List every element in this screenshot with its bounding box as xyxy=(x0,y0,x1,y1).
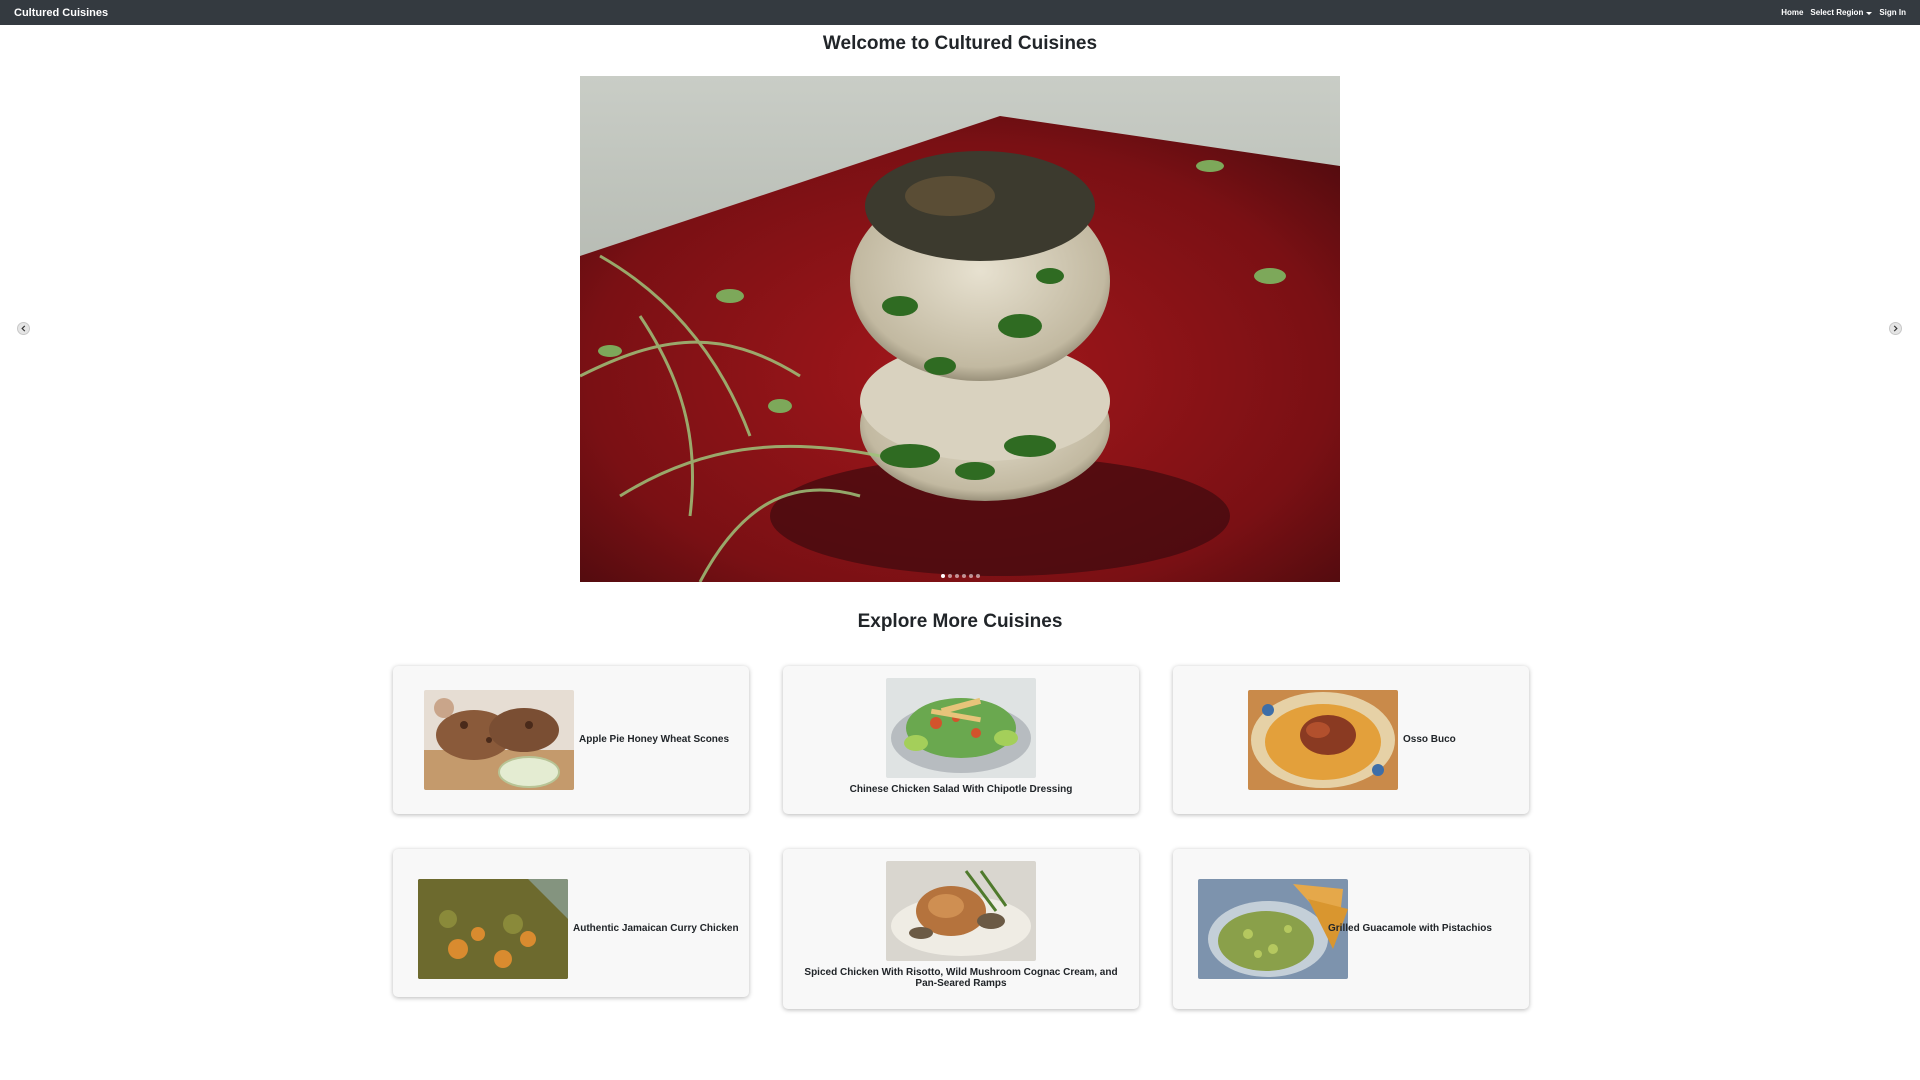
carousel-indicator[interactable] xyxy=(940,574,945,578)
card-image xyxy=(886,861,1036,961)
carousel-indicator[interactable] xyxy=(975,574,980,578)
carousel-indicator[interactable] xyxy=(954,574,959,578)
carousel-indicator[interactable] xyxy=(947,574,952,578)
page-title: Welcome to Cultured Cuisines xyxy=(822,33,1098,54)
navbar: Cultured Cuisines Home Select Region Sig… xyxy=(0,0,1920,25)
chevron-right-icon xyxy=(1893,325,1898,332)
cuisine-card[interactable]: Chinese Chicken Salad With Chipotle Dres… xyxy=(783,666,1139,814)
card-image xyxy=(1198,879,1348,979)
card-title: Spiced Chicken With Risotto, Wild Mushro… xyxy=(804,967,1118,989)
cuisine-card[interactable]: Osso Buco xyxy=(1173,666,1529,814)
card-title: Grilled Guacamole with Pistachios xyxy=(1328,923,1492,934)
carousel-indicator[interactable] xyxy=(961,574,966,578)
nav-home-link[interactable]: Home xyxy=(1781,8,1803,17)
card-title: Authentic Jamaican Curry Chicken xyxy=(573,923,739,934)
nav-links: Home Select Region Sign In xyxy=(1781,8,1906,17)
carousel-next-button[interactable] xyxy=(1889,322,1902,335)
nav-signin-link[interactable]: Sign In xyxy=(1879,8,1906,17)
hero-carousel xyxy=(580,76,1340,582)
cuisine-card[interactable]: Apple Pie Honey Wheat Scones xyxy=(393,666,749,814)
select-region-label: Select Region xyxy=(1810,8,1864,17)
carousel-indicators xyxy=(580,574,1340,578)
card-title: Apple Pie Honey Wheat Scones xyxy=(579,734,730,745)
card-image xyxy=(886,678,1036,778)
cuisine-card[interactable]: Spiced Chicken With Risotto, Wild Mushro… xyxy=(783,849,1139,1009)
cuisine-card[interactable]: Authentic Jamaican Curry Chicken xyxy=(393,849,749,997)
explore-title: Explore More Cuisines xyxy=(857,611,1063,632)
carousel-slide-image xyxy=(580,76,1340,582)
card-title: Chinese Chicken Salad With Chipotle Dres… xyxy=(849,784,1073,795)
card-image xyxy=(1248,690,1398,790)
card-image xyxy=(424,690,574,790)
carousel-indicator[interactable] xyxy=(968,574,973,578)
carousel-prev-button[interactable] xyxy=(17,322,30,335)
caret-down-icon xyxy=(1866,11,1873,15)
card-image xyxy=(418,879,568,979)
chevron-left-icon xyxy=(21,325,26,332)
cuisine-card[interactable]: Grilled Guacamole with Pistachios xyxy=(1173,849,1529,1009)
brand-link[interactable]: Cultured Cuisines xyxy=(14,7,108,19)
select-region-dropdown[interactable]: Select Region xyxy=(1810,8,1873,17)
card-title: Osso Buco xyxy=(1403,734,1456,745)
